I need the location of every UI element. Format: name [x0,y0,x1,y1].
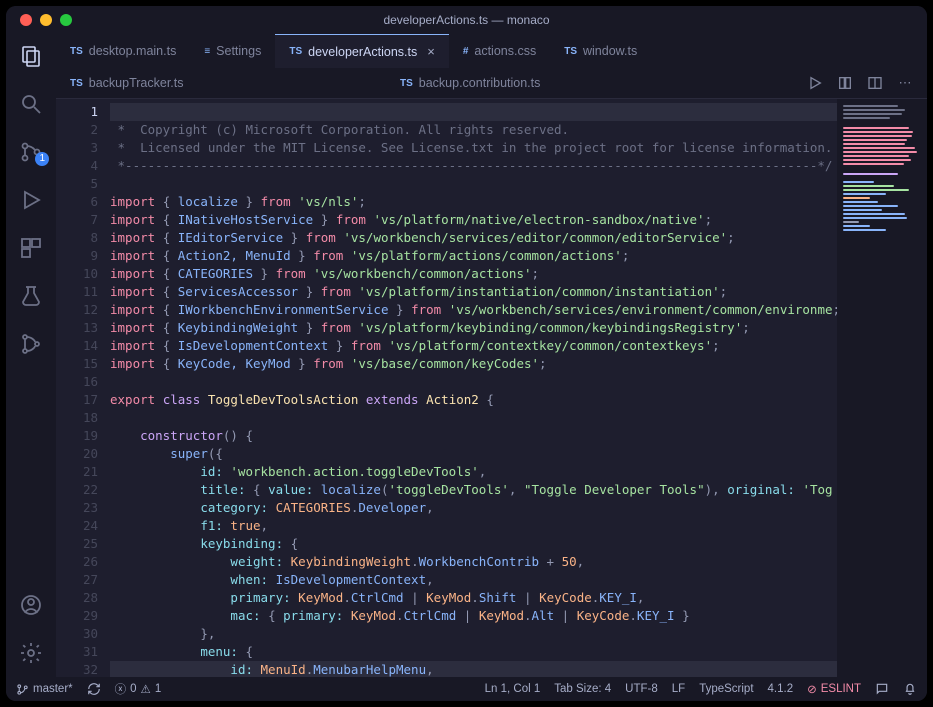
close-icon[interactable] [20,14,32,26]
activity-bar: 1 [6,34,56,677]
tab-label: actions.css [474,44,536,58]
tab-label: desktop.main.ts [89,44,177,58]
more-icon[interactable]: ⋯ [897,75,913,91]
tab-label: developerActions.ts [308,45,417,59]
extensions-icon[interactable] [19,236,43,260]
minimize-icon[interactable] [40,14,52,26]
line-gutter: 1234567891011121314151617181920212223242… [56,99,110,677]
ts-icon: TS [400,78,413,89]
ts-icon: TS [564,46,577,57]
warning-icon: ⚠ [141,682,151,696]
git-branch-icon [16,683,29,696]
run-icon[interactable] [807,75,823,91]
minimap[interactable] [837,99,927,677]
editor[interactable]: 1234567891011121314151617181920212223242… [56,98,927,677]
problems-indicator[interactable]: ⓧ0 ⚠1 [115,681,162,697]
tab-backup-contribution[interactable]: TS backup.contribution.ts [386,76,554,90]
encoding[interactable]: UTF-8 [625,683,658,695]
css-icon: # [463,46,469,57]
settings-icon: ≡ [204,46,210,57]
bell-icon[interactable] [903,682,917,696]
eslint-status[interactable]: ⊘ ESLINT [807,682,861,696]
tab-actions-css[interactable]: # actions.css [449,34,550,68]
source-control-icon[interactable]: 1 [19,140,43,164]
tab-size[interactable]: Tab Size: 4 [554,683,611,695]
settings-gear-icon[interactable] [19,641,43,665]
diff-icon[interactable] [837,75,853,91]
editor-tabs-row-2: TS backupTracker.ts TS backup.contributi… [56,68,927,98]
explorer-icon[interactable] [19,44,43,68]
references-icon[interactable] [19,332,43,356]
maximize-icon[interactable] [60,14,72,26]
tab-label: backup.contribution.ts [419,76,541,90]
status-bar: master* ⓧ0 ⚠1 Ln 1, Col 1 Tab Size: 4 UT… [6,677,927,701]
editor-actions: ⋯ [807,75,921,91]
sync-icon[interactable] [87,682,101,696]
titlebar: developerActions.ts — monaco [6,6,927,34]
run-debug-icon[interactable] [19,188,43,212]
accounts-icon[interactable] [19,593,43,617]
language-mode[interactable]: TypeScript [699,683,753,695]
scm-badge: 1 [35,152,49,166]
eol[interactable]: LF [672,683,685,695]
error-icon: ⓧ [115,681,127,697]
search-icon[interactable] [19,92,43,116]
branch-indicator[interactable]: master* [16,683,73,696]
tab-label: window.ts [583,44,637,58]
ts-version[interactable]: 4.1.2 [768,683,794,695]
close-icon[interactable]: × [427,44,435,59]
tab-backup-tracker[interactable]: TS backupTracker.ts [56,76,386,90]
tab-label: backupTracker.ts [89,76,184,90]
window-frame: developerActions.ts — monaco 1 [6,6,927,701]
code-area[interactable]: * Copyright (c) Microsoft Corporation. A… [110,99,837,677]
feedback-icon[interactable] [875,682,889,696]
split-icon[interactable] [867,75,883,91]
cursor-position[interactable]: Ln 1, Col 1 [485,683,541,695]
tab-developer-actions[interactable]: TS developerActions.ts × [275,34,448,68]
tab-window-ts[interactable]: TS window.ts [550,34,651,68]
testing-icon[interactable] [19,284,43,308]
window-title: developerActions.ts — monaco [6,13,927,27]
ts-icon: TS [70,46,83,57]
tab-settings[interactable]: ≡ Settings [190,34,275,68]
ts-icon: TS [70,78,83,89]
tab-label: Settings [216,44,261,58]
editor-tabs-row-1: TS desktop.main.ts ≡ Settings TS develop… [56,34,927,68]
tab-desktop-main[interactable]: TS desktop.main.ts [56,34,190,68]
disallow-icon: ⊘ [807,682,817,696]
ts-icon: TS [289,46,302,57]
traffic-lights [6,14,72,26]
